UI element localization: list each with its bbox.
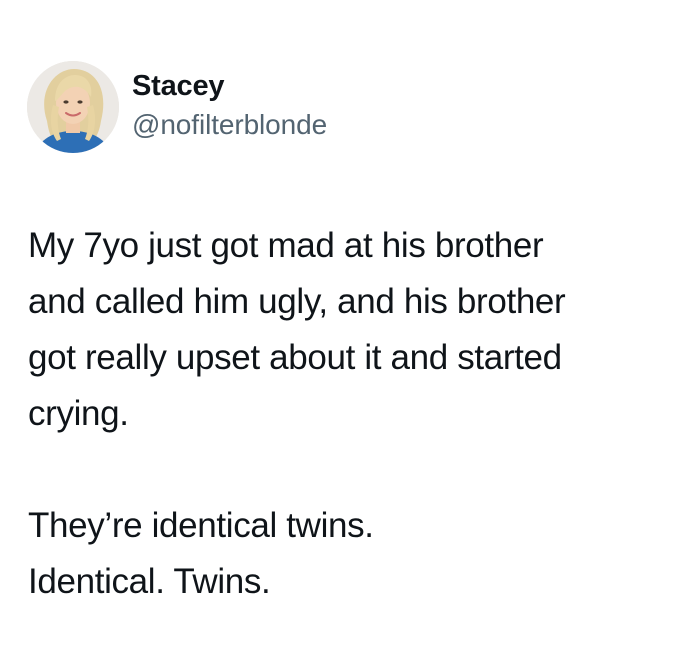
tweet-card: Stacey @nofilterblonde My 7yo just got m… (0, 0, 700, 652)
tweet-text-line: and called him ugly, and his brother (28, 282, 566, 321)
tweet-text-line: They’re identical twins. (28, 506, 374, 545)
author-identity: Stacey @nofilterblonde (132, 68, 327, 143)
author-handle[interactable]: @nofilterblonde (132, 107, 327, 143)
tweet-text-line: Identical. Twins. (28, 562, 271, 601)
author-display-name[interactable]: Stacey (132, 68, 327, 104)
tweet-header: Stacey @nofilterblonde (27, 60, 327, 154)
tweet-text: My 7yo just got mad at his brother and c… (28, 218, 678, 610)
profile-photo-avatar-icon (27, 61, 119, 153)
tweet-text-line: crying. (28, 394, 129, 433)
avatar[interactable] (27, 61, 119, 153)
tweet-text-line: got really upset about it and started (28, 338, 562, 377)
tweet-text-line: My 7yo just got mad at his brother (28, 226, 544, 265)
